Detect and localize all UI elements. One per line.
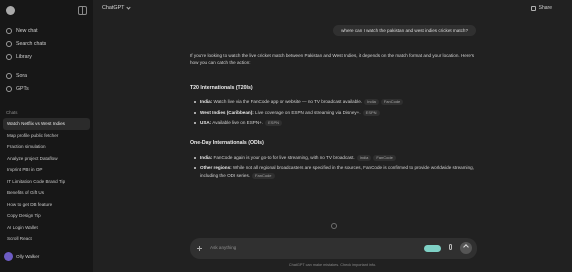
voice-mode-button[interactable] xyxy=(424,245,441,252)
gpts-icon xyxy=(6,85,12,92)
bullet-text: While not all regional broadcasters are … xyxy=(200,165,474,178)
bullet-lead: India: xyxy=(200,99,213,105)
bullet-lead: India: xyxy=(200,154,213,160)
nav-label: Library xyxy=(16,53,32,60)
bullet-lead: USA: xyxy=(200,120,212,126)
list-item: India: FanCode again is your go-to for l… xyxy=(190,154,480,161)
avatar xyxy=(4,252,13,261)
nav-new-chat[interactable]: New chat xyxy=(4,24,90,37)
share-icon xyxy=(530,5,536,11)
history-item[interactable]: Watch Netflix vs West Indies xyxy=(3,118,90,130)
section-bullets: India: FanCode again is your go-to for l… xyxy=(190,154,480,179)
source-chip[interactable]: ESPN xyxy=(362,109,380,116)
nav-label: New chat xyxy=(16,27,38,34)
user-name: Olly Walker xyxy=(16,254,40,259)
source-chip[interactable]: FanCode xyxy=(252,172,275,179)
list-item: Other regions: While not all regional br… xyxy=(190,164,480,179)
bullet-lead: West Indies (Caribbean): xyxy=(200,109,254,115)
list-item: USA: Available live on ESPN+. ESPN xyxy=(190,119,480,127)
chevron-down-icon xyxy=(126,4,132,10)
nav-library[interactable]: Library xyxy=(4,50,90,63)
chat-history: Watch Netflix vs West Indies Map profile… xyxy=(3,118,90,245)
library-icon xyxy=(6,53,12,60)
nav-sora[interactable]: Sora xyxy=(4,69,90,82)
history-item[interactable]: IT Limitation Code Brand Tip xyxy=(3,176,90,188)
history-item[interactable]: Map profile public fetcher xyxy=(3,130,90,142)
section-heading: One-Day Internationals (ODIs) xyxy=(190,140,264,147)
source-chip[interactable]: India xyxy=(356,154,372,161)
edit-icon xyxy=(6,27,12,34)
send-button[interactable] xyxy=(460,242,472,254)
prompt-input[interactable]: Ask anything xyxy=(210,245,236,250)
history-item[interactable]: Imprint PBI in OP xyxy=(3,164,90,176)
bullet-text: Available live on ESPN+. xyxy=(211,120,264,126)
sidebar-nav: New chat Search chats Library Sora GPTs xyxy=(4,24,90,95)
openai-logo-icon[interactable] xyxy=(6,6,15,15)
disclaimer: ChatGPT can make mistakes. Check importa… xyxy=(288,263,377,267)
history-item[interactable]: Fraction simulation xyxy=(3,141,90,153)
bullet-lead: Other regions: xyxy=(200,165,232,171)
model-name: ChatGPT xyxy=(102,5,125,11)
nav-label: Search chats xyxy=(16,40,47,47)
scroll-down-button[interactable] xyxy=(331,223,337,229)
history-item[interactable]: Benefits of Gift Us xyxy=(3,187,90,199)
sidebar-toggle-icon[interactable] xyxy=(78,6,87,15)
bullet-text: Live coverage on ESPN and streaming via … xyxy=(253,109,361,115)
sora-icon xyxy=(6,72,12,79)
composer: Ask anything xyxy=(190,238,477,259)
assistant-message: If you're looking to watch the live cric… xyxy=(190,52,480,193)
nav-gpts[interactable]: GPTs xyxy=(4,82,90,95)
microphone-icon[interactable] xyxy=(449,244,452,250)
bullet-text: Watch live via the FanCode app or websit… xyxy=(212,99,363,105)
model-selector[interactable]: ChatGPT xyxy=(102,4,132,11)
list-item: West Indies (Caribbean): Live coverage o… xyxy=(190,109,480,116)
history-item[interactable]: Analyze project Dataflow xyxy=(3,153,90,165)
source-chip[interactable]: FanCode xyxy=(373,154,396,161)
sidebar-top xyxy=(5,5,88,17)
share-label: Share xyxy=(538,5,552,11)
history-heading: Chats xyxy=(6,110,18,115)
sidebar: New chat Search chats Library Sora GPTs … xyxy=(0,0,93,272)
history-item[interactable]: Copy Design Tip xyxy=(3,210,90,222)
nav-label: Sora xyxy=(16,72,27,79)
source-chip[interactable]: India xyxy=(364,99,379,106)
nav-label: GPTs xyxy=(16,85,29,92)
share-button[interactable]: Share xyxy=(530,5,552,11)
source-chip[interactable]: ESPN xyxy=(265,120,283,127)
history-item[interactable]: AI Login Wallet xyxy=(3,222,90,234)
answer-intro: If you're looking to watch the live cric… xyxy=(190,53,475,66)
history-item[interactable]: How to get DB feature xyxy=(3,199,90,211)
source-chip[interactable]: FanCode xyxy=(380,99,404,106)
nav-search-chats[interactable]: Search chats xyxy=(4,37,90,50)
user-message: where can I watch the pakistan and west … xyxy=(333,25,476,36)
section-bullets: India: Watch live via the FanCode app or… xyxy=(190,98,480,127)
section-heading: T20 Internationals (T20Is) xyxy=(190,84,253,91)
plus-icon[interactable] xyxy=(197,246,202,251)
bullet-text: FanCode again is your go-to for live str… xyxy=(212,154,355,160)
history-item[interactable]: Scroll React xyxy=(3,233,90,245)
list-item: India: Watch live via the FanCode app or… xyxy=(190,98,480,106)
search-icon xyxy=(6,40,12,47)
user-menu[interactable]: Olly Walker xyxy=(4,252,39,261)
